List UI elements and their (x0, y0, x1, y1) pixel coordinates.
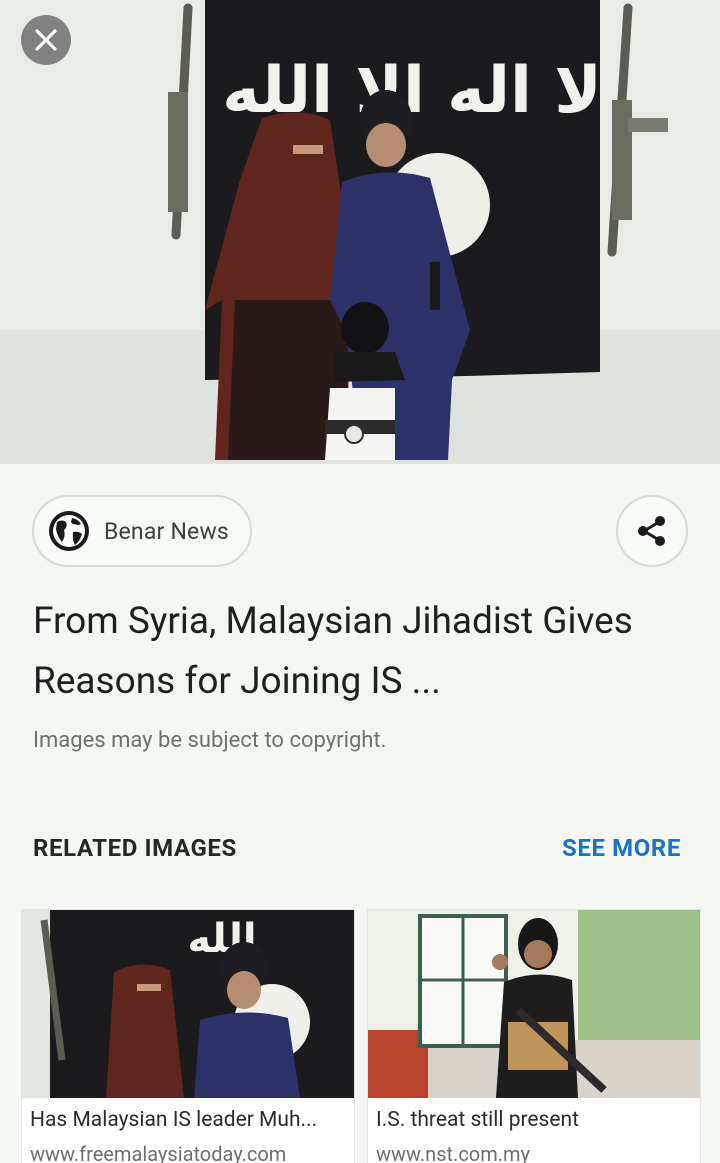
hero-image[interactable]: لا اله الا الله (0, 0, 720, 462)
image-viewer-page: لا اله الا الله Benar News From Syria, M… (0, 0, 720, 1163)
related-image-card[interactable]: الله Has Malaysian IS leader Muh... www.… (22, 910, 354, 1163)
globe-icon (48, 510, 90, 552)
share-button[interactable] (616, 495, 688, 567)
copyright-note: Images may be subject to copyright. (33, 728, 387, 753)
result-title[interactable]: From Syria, Malaysian Jihadist Gives Rea… (33, 592, 693, 712)
related-domain: www.nst.com.my (376, 1142, 531, 1163)
related-caption: I.S. threat still present (376, 1108, 579, 1132)
hero-divider (0, 462, 720, 464)
source-chip[interactable]: Benar News (32, 495, 252, 567)
source-name: Benar News (104, 517, 229, 545)
related-thumbnail: الله (22, 910, 354, 1098)
related-images-heading: RELATED IMAGES (33, 834, 237, 862)
share-icon (638, 516, 665, 546)
hero-photo-illustration: لا اله الا الله (0, 0, 720, 462)
see-more-link[interactable]: SEE MORE (562, 834, 681, 862)
related-thumbnail (368, 910, 700, 1098)
close-icon (35, 29, 57, 51)
related-caption: Has Malaysian IS leader Muh... (30, 1108, 318, 1132)
related-domain: www.freemalaysiatoday.com (30, 1142, 287, 1163)
close-button[interactable] (21, 15, 71, 65)
related-image-card[interactable]: I.S. threat still present www.nst.com.my (368, 910, 700, 1163)
